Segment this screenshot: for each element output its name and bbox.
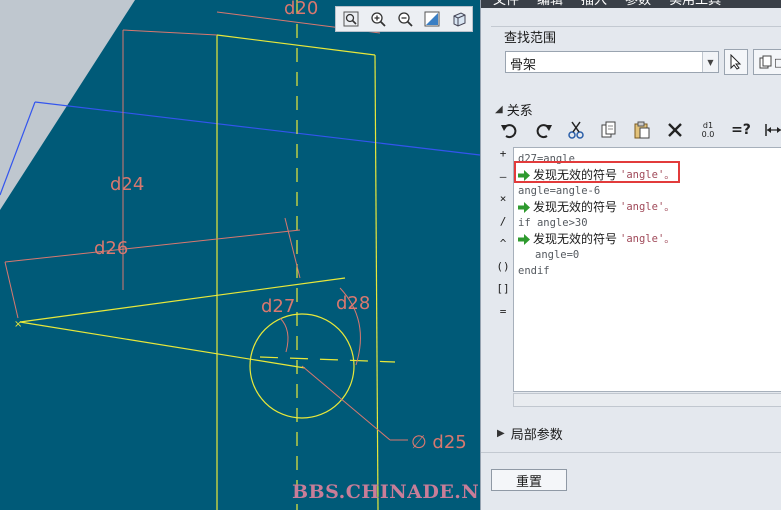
cut-button[interactable] [563, 118, 589, 142]
code-line[interactable]: endif [518, 263, 778, 279]
operator-brackets[interactable]: [] [496, 281, 509, 304]
local-parameters-section-header[interactable]: ▶ 局部参数 [497, 424, 563, 443]
code-line[interactable]: if angle>30 [518, 215, 778, 231]
sketch-line [19, 321, 306, 369]
warning-line[interactable]: 发现无效的符号 'angle'。 [518, 167, 778, 183]
copy-button-label: □ [774, 55, 781, 69]
green-arrow-icon [518, 233, 530, 245]
sketch-line [19, 277, 346, 323]
separator [481, 452, 781, 453]
redo-button[interactable] [530, 118, 556, 142]
switch-symbols-label-top: d1 [702, 121, 714, 130]
menu-item-utilities[interactable]: 实用工具 [669, 0, 721, 8]
local-parameters-label: 局部参数 [510, 428, 563, 443]
warning-symbol: 'angle'。 [620, 233, 675, 245]
code-line[interactable]: angle=angle-6 [518, 183, 778, 199]
operator-equals[interactable]: = [500, 304, 507, 327]
operator-multiply[interactable]: × [500, 191, 507, 214]
centerline [259, 356, 396, 363]
insert-dimension-button[interactable] [761, 118, 781, 142]
relations-editor[interactable]: d27=angle 发现无效的符号 'angle'。 angle=angle-6… [513, 147, 781, 392]
operator-power[interactable]: ^ [500, 236, 507, 259]
operator-divide[interactable]: / [500, 214, 507, 237]
green-arrow-icon [518, 201, 530, 213]
dimension-d25[interactable]: ∅ d25 [411, 434, 467, 452]
switch-symbols-button[interactable]: d1 0.0 [695, 118, 721, 142]
code-line[interactable]: angle=0 [518, 247, 778, 263]
scissors-icon [568, 121, 584, 139]
warning-text: 发现无效的符号 [533, 168, 618, 182]
copy-text-button[interactable] [596, 118, 622, 142]
svg-text:×: × [14, 319, 22, 330]
green-arrow-icon [518, 169, 530, 181]
relations-label: 关系 [506, 104, 533, 119]
chevron-down-icon[interactable]: ▼ [702, 52, 718, 72]
copy-icon [759, 55, 772, 69]
expand-triangle-icon: ▶ [497, 428, 505, 439]
warning-line[interactable]: 发现无效的符号 'angle'。 [518, 231, 778, 247]
operator-plus[interactable]: + [500, 146, 507, 169]
operator-buttons: + – × / ^ () [] = [495, 146, 511, 326]
dimension-arrows-icon [765, 124, 781, 136]
menu-item-file[interactable]: 文件 [493, 0, 519, 8]
sketch-line [216, 34, 376, 56]
datum-line [34, 101, 480, 156]
scope-value: 骨架 [510, 58, 537, 73]
undo-icon [501, 124, 517, 139]
watermark: BBS.CHINADE.NET [292, 481, 480, 503]
paste-button[interactable] [629, 118, 655, 142]
cursor-arrow-icon [730, 54, 742, 70]
operator-minus[interactable]: – [500, 169, 507, 192]
warning-text: 发现无效的符号 [533, 232, 618, 246]
view-toolbar [335, 6, 473, 32]
operator-parentheses[interactable]: () [496, 259, 509, 282]
dimension-d20[interactable]: d20 [284, 0, 318, 18]
evaluate-button[interactable]: =? [728, 118, 754, 142]
scope-label: 查找范围 [501, 27, 560, 46]
repaint-icon[interactable] [420, 8, 443, 30]
redo-icon [536, 124, 552, 139]
warning-symbol: 'angle'。 [620, 201, 675, 213]
reset-button[interactable]: 重置 [491, 469, 567, 491]
relations-dialog: 文件 编辑 插入 参数 实用工具 查找范围 骨架 ▼ □ ◢ 关系 d1 0.0… [480, 0, 781, 510]
relations-section-header[interactable]: ◢ 关系 [495, 100, 533, 119]
menu-item-insert[interactable]: 插入 [581, 0, 607, 8]
dimension-d27[interactable]: d27 [261, 298, 295, 316]
dimension-d26[interactable]: d26 [94, 240, 128, 258]
warning-symbol: 'angle'。 [620, 169, 675, 181]
menu-item-parameters[interactable]: 参数 [625, 0, 651, 8]
zoom-in-icon[interactable] [366, 8, 389, 30]
delete-x-icon [668, 123, 682, 137]
undo-button[interactable] [497, 118, 523, 142]
delete-button[interactable] [662, 118, 688, 142]
warning-line[interactable]: 发现无效的符号 'angle'。 [518, 199, 778, 215]
switch-symbols-label-bottom: 0.0 [701, 130, 715, 139]
warning-text: 发现无效的符号 [533, 200, 618, 214]
dimension-d28[interactable]: d28 [336, 295, 370, 313]
sketch-geometry: × [0, 0, 480, 510]
menu-item-edit[interactable]: 编辑 [537, 0, 563, 8]
dimension-d24[interactable]: d24 [110, 176, 144, 194]
collapse-triangle-icon: ◢ [495, 104, 503, 115]
scope-dropdown[interactable]: 骨架 ▼ [505, 51, 719, 73]
view-orientation-icon[interactable] [447, 8, 470, 30]
horizontal-scrollbar[interactable] [513, 393, 781, 407]
code-line[interactable]: d27=angle [518, 151, 778, 167]
zoom-out-icon[interactable] [393, 8, 416, 30]
sketch-line [374, 54, 379, 510]
cad-graphics-window[interactable]: × d20 d24 d26 d27 d28 ∅ d25 BBS.CHINADE.… [0, 0, 480, 510]
relations-toolbar: d1 0.0 =? [497, 118, 781, 142]
select-button[interactable] [724, 49, 748, 75]
zoom-fit-icon[interactable] [339, 8, 362, 30]
menu-bar: 文件 编辑 插入 参数 实用工具 [481, 0, 781, 8]
paste-icon [634, 121, 650, 139]
copy-icon [601, 121, 616, 138]
copy-button[interactable]: □ [753, 49, 781, 75]
